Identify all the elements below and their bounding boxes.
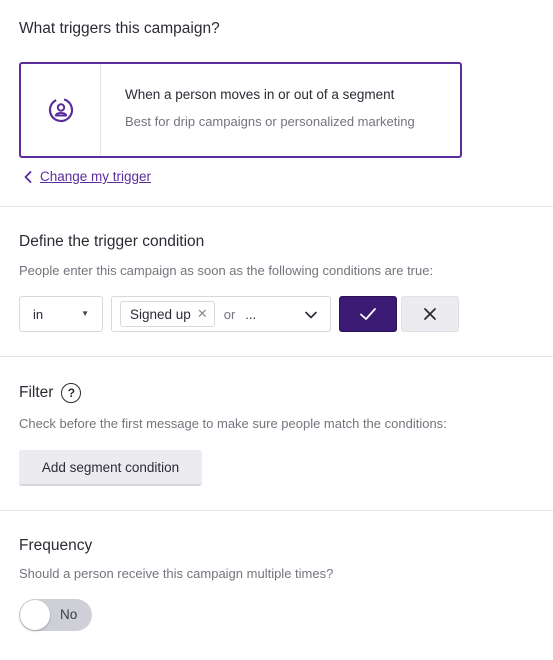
trigger-card[interactable]: When a person moves in or out of a segme… (19, 62, 462, 158)
change-trigger-link[interactable]: Change my trigger (24, 169, 151, 184)
frequency-heading: Frequency (19, 537, 93, 554)
cancel-button[interactable] (401, 296, 459, 332)
filter-header: Filter ? (19, 383, 82, 403)
section-divider (0, 356, 553, 357)
chevron-down-icon[interactable] (304, 308, 318, 322)
toggle-knob (20, 600, 50, 630)
frequency-description: Should a person receive this campaign mu… (19, 566, 334, 581)
in-select-value: in (33, 306, 44, 322)
filter-description: Check before the first message to make s… (19, 416, 447, 431)
caret-down-icon: ▼ (81, 309, 89, 318)
close-icon (424, 308, 436, 320)
section-divider (0, 206, 553, 207)
chip-remove-icon[interactable]: ✕ (197, 306, 208, 322)
chevron-left-icon (24, 170, 32, 183)
trigger-card-description: Best for drip campaigns or personalized … (125, 114, 415, 129)
segment-chip-label: Signed up (130, 306, 191, 322)
condition-description: People enter this campaign as soon as th… (19, 263, 434, 278)
in-select[interactable]: in ▼ (19, 296, 103, 332)
help-icon[interactable]: ? (61, 383, 82, 403)
toggle-label: No (60, 607, 78, 622)
trigger-card-title: When a person moves in or out of a segme… (125, 87, 395, 102)
filter-heading: Filter (19, 384, 54, 401)
trigger-heading: What triggers this campaign? (19, 20, 220, 37)
segment-person-icon (48, 97, 73, 123)
multiselect-ellipsis[interactable]: ... (245, 307, 256, 322)
segment-chip: Signed up ✕ (120, 301, 215, 327)
confirm-button[interactable] (339, 296, 397, 332)
segment-multiselect[interactable]: Signed up ✕ or ... (111, 296, 331, 332)
frequency-toggle[interactable]: No (19, 599, 92, 631)
or-label: or (223, 306, 236, 322)
trigger-icon-box (21, 64, 101, 156)
change-trigger-label: Change my trigger (40, 169, 152, 184)
section-divider (0, 510, 553, 511)
add-segment-condition-button[interactable]: Add segment condition (19, 450, 202, 486)
check-icon (360, 308, 376, 320)
condition-heading: Define the trigger condition (19, 233, 205, 250)
